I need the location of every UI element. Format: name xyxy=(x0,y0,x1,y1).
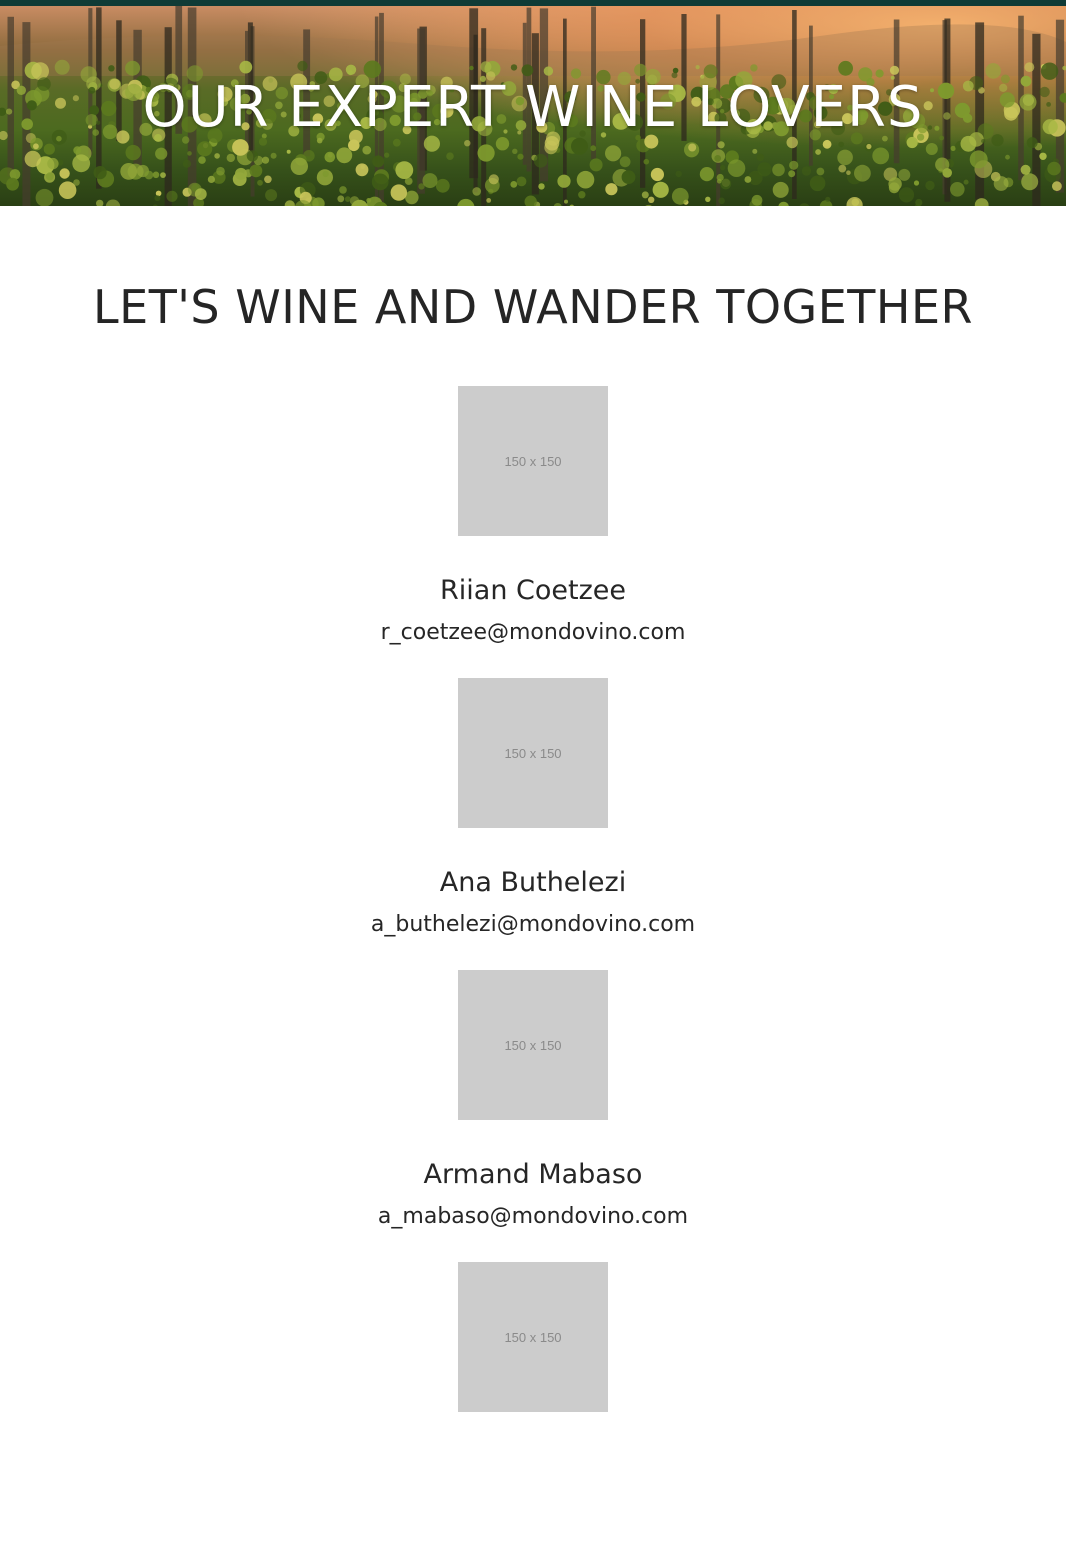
photo-size-label: 150 x 150 xyxy=(504,453,562,469)
member-photo-placeholder: 150 x 150 xyxy=(458,386,608,536)
section-heading: LET'S WINE AND WANDER TOGETHER xyxy=(93,280,973,334)
member-photo-placeholder: 150 x 150 xyxy=(458,1262,608,1412)
team-member-card: 150 x 150 Armand Mabaso a_mabaso@mondovi… xyxy=(0,970,1066,1262)
hero-banner: OUR EXPERT WINE LOVERS xyxy=(0,6,1066,206)
member-name: Riian Coetzee xyxy=(440,575,626,606)
team-member-card: 150 x 150 Riian Coetzee r_coetzee@mondov… xyxy=(0,386,1066,678)
team-member-card: 150 x 150 xyxy=(0,1262,1066,1554)
photo-size-label: 150 x 150 xyxy=(504,1037,562,1053)
team-list: 150 x 150 Riian Coetzee r_coetzee@mondov… xyxy=(0,386,1066,1554)
member-photo-placeholder: 150 x 150 xyxy=(458,678,608,828)
member-name: Armand Mabaso xyxy=(423,1159,643,1190)
photo-size-label: 150 x 150 xyxy=(504,1329,562,1345)
team-member-card: 150 x 150 Ana Buthelezi a_buthelezi@mond… xyxy=(0,678,1066,970)
member-email[interactable]: r_coetzee@mondovino.com xyxy=(0,619,1066,647)
member-photo-placeholder: 150 x 150 xyxy=(458,970,608,1120)
member-name: Ana Buthelezi xyxy=(439,867,627,898)
photo-size-label: 150 x 150 xyxy=(504,745,562,761)
member-email[interactable]: a_buthelezi@mondovino.com xyxy=(0,911,1066,939)
member-email[interactable]: a_mabaso@mondovino.com xyxy=(0,1203,1066,1231)
hero-title: OUR EXPERT WINE LOVERS xyxy=(142,75,924,140)
